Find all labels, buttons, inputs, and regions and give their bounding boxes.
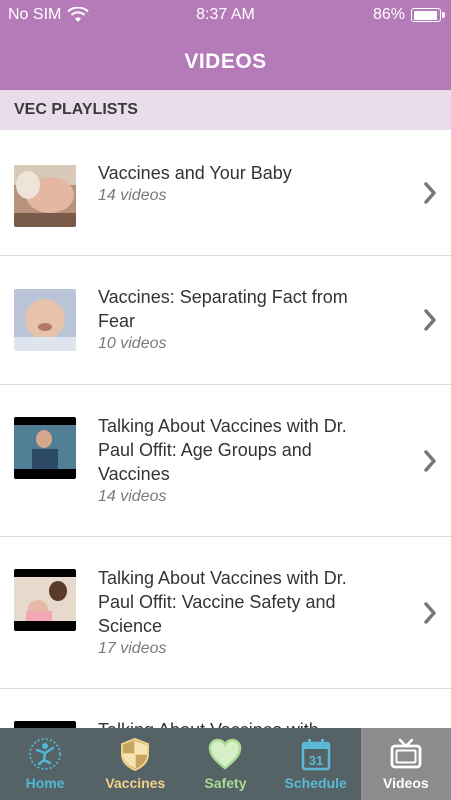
playlist-title: Talking About Vaccines with Dr. Paul Off… (98, 568, 347, 636)
calendar-icon: 31 (301, 739, 330, 771)
chevron-right-icon (424, 182, 436, 204)
playlist-text: Talking About Vaccines with Dr. Paul Off… (98, 414, 378, 508)
home-figure-icon (29, 738, 61, 770)
tab-schedule[interactable]: 31 Schedule (271, 728, 361, 800)
tab-home[interactable]: Home (0, 728, 90, 800)
tv-icon (390, 738, 422, 769)
playlist-title: Talking About Vaccines with (98, 718, 378, 728)
video-thumbnail-icon (14, 721, 76, 728)
tab-vaccines[interactable]: Vaccines (90, 728, 180, 800)
chevron-right-icon (424, 450, 436, 472)
baby-photo-icon (14, 289, 76, 351)
tab-videos[interactable]: Videos (360, 728, 451, 800)
playlist-item[interactable]: Talking About Vaccines with Dr. Paul Off… (0, 537, 451, 689)
playlist-item[interactable]: Talking About Vaccines with Dr. Paul Off… (0, 385, 451, 537)
playlist-item[interactable]: Vaccines: Separating Fact from Fear 10 v… (0, 256, 451, 385)
playlist-thumbnail (14, 721, 76, 728)
playlist-text: Talking About Vaccines with Dr. Paul Off… (98, 566, 378, 660)
battery-percent: 86% (372, 6, 405, 23)
playlist-item[interactable]: Vaccines and Your Baby 14 videos (0, 130, 451, 256)
playlist-count: 17 videos (98, 640, 167, 657)
tab-label: Home (25, 775, 65, 791)
playlist-list[interactable]: Vaccines and Your Baby 14 videos Vaccine… (0, 130, 451, 728)
playlist-text: Vaccines: Separating Fact from Fear 10 v… (98, 285, 378, 355)
video-thumbnail-icon (14, 569, 76, 631)
playlist-title: Vaccines and Your Baby (98, 163, 292, 183)
tab-label: Schedule (284, 775, 347, 791)
tab-label: Videos (383, 775, 429, 791)
playlist-count: 10 videos (98, 335, 167, 352)
status-right: 86% (372, 6, 445, 24)
tab-safety[interactable]: Safety (180, 728, 270, 800)
playlist-item[interactable]: Talking About Vaccines with (0, 689, 451, 728)
shield-icon (121, 737, 150, 772)
baby-photo-icon (14, 165, 76, 227)
tab-bar: Home Vaccines Safety 31 Schedule Videos (0, 728, 451, 800)
video-thumbnail-icon (14, 417, 76, 479)
playlist-thumbnail (14, 417, 76, 479)
status-bar: No SIM 8:37 AM 86% (0, 0, 451, 30)
playlist-thumbnail (14, 165, 76, 227)
playlist-count: 14 videos (98, 187, 167, 204)
playlist-text: Talking About Vaccines with (98, 718, 378, 728)
chevron-right-icon (424, 309, 436, 331)
playlist-thumbnail (14, 569, 76, 631)
heart-icon (209, 738, 242, 770)
playlist-count: 14 videos (98, 488, 167, 505)
app-header: No SIM 8:37 AM 86% VIDEOS (0, 0, 451, 90)
battery-icon (411, 8, 445, 22)
playlist-title: Talking About Vaccines with Dr. Paul Off… (98, 416, 347, 484)
chevron-right-icon (424, 602, 436, 624)
tab-label: Safety (204, 775, 247, 791)
section-header: VEC PLAYLISTS (0, 90, 451, 130)
playlist-text: Vaccines and Your Baby 14 videos (98, 161, 378, 207)
page-title: VIDEOS (184, 50, 267, 73)
playlist-thumbnail (14, 289, 76, 351)
calendar-day: 31 (308, 753, 322, 768)
playlist-title: Vaccines: Separating Fact from Fear (98, 287, 348, 331)
tab-label: Vaccines (105, 775, 166, 791)
